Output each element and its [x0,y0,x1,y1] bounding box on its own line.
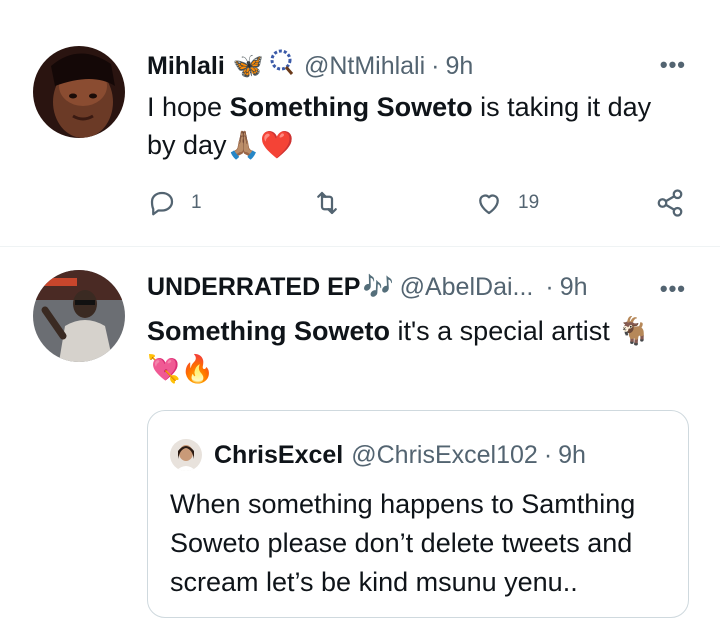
tweet-text-bold: Something Soweto [229,92,473,122]
separator: · [545,273,554,301]
reply-count: 1 [191,192,202,213]
like-button[interactable]: 19 [474,188,539,218]
quoted-tweet-header: ChrisExcel @ChrisExcel102 · 9h [170,439,586,471]
display-name: ChrisExcel [214,441,344,469]
avatar[interactable] [33,46,125,138]
share-button[interactable] [655,188,685,218]
heart-icon [479,194,499,215]
more-options-icon[interactable]: ••• [660,52,686,78]
tweet-text: I hope Something Soweto is taking it day… [147,88,687,164]
butterfly-emoji: 🦋 [232,51,264,80]
reply-icon [150,191,174,216]
tweet-text-bold: Something Soweto [147,316,390,346]
tweet-text-part: it's a special artist [390,316,618,346]
avatar [170,439,202,471]
tweet-header: Mihlali 🦋 @NtMihlali · 9h [147,48,473,83]
quoted-tweet-text: When something happens to Samthing Sowet… [170,489,636,597]
timestamp: 9h [558,441,586,469]
tweet-mihlali[interactable]: Mihlali 🦋 @NtMihlali · 9h ••• I hope Som… [0,0,720,247]
reply-button[interactable]: 1 [147,188,202,218]
share-icon [657,189,683,217]
more-options-icon[interactable]: ••• [660,276,686,302]
timestamp[interactable]: 9h [560,272,588,302]
music-notes-emoji: 🎶 [362,273,394,301]
tweet-emojis: 🐐 💘🔥 [147,316,651,384]
tweet-text: Something Soweto it's a special artist 🐐… [147,312,687,388]
tweet-actions: 1 19 [147,188,692,222]
display-name[interactable]: Mihlali [147,51,225,81]
prayer-beads-icon [268,48,296,83]
handle[interactable]: @NtMihlali [304,51,425,81]
tweet-header: UNDERRATED EP 🎶 @AbelDai... · 9h [147,272,588,302]
timestamp[interactable]: 9h [446,51,474,81]
handle: @ChrisExcel102 [351,441,538,469]
separator: · [543,441,553,469]
display-name[interactable]: UNDERRATED EP [147,272,360,302]
separator: · [431,51,440,80]
like-count: 19 [518,192,540,213]
retweet-icon [317,191,337,215]
retweet-button[interactable] [312,188,356,218]
quoted-tweet[interactable]: ChrisExcel @ChrisExcel102 · 9h When some… [147,410,689,618]
avatar[interactable] [33,270,125,362]
tweet-text-part: I hope [147,92,230,122]
tweet-emojis: 🙏🏽❤️ [226,130,294,160]
handle[interactable]: @AbelDai... [400,272,534,302]
